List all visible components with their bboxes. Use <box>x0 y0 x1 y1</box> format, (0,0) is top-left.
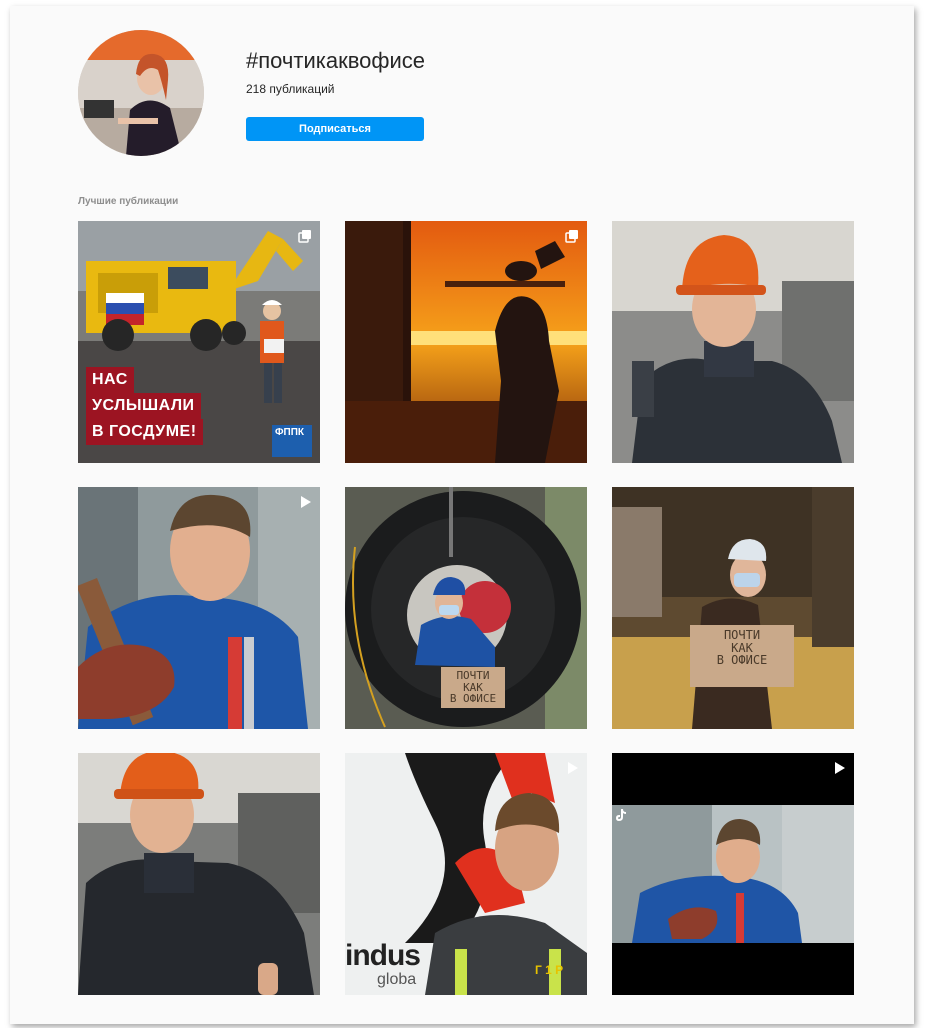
hashtag-header: #почтикаквофисе 218 публикаций Подписать… <box>78 30 858 160</box>
post-2-image <box>345 221 587 463</box>
top-posts-grid: НАС УСЛЫШАЛИ В ГОСДУМЕ! ФППК ПОЧТИ КАК В… <box>78 221 854 995</box>
top-posts-heading: Лучшие публикации <box>78 196 179 207</box>
post-2[interactable] <box>345 221 587 463</box>
follow-button[interactable]: Подписаться <box>246 117 424 141</box>
post-6[interactable]: ПОЧТИ КАК В ОФИСЕ <box>612 487 854 729</box>
post-3-image <box>612 221 854 463</box>
post-7[interactable] <box>78 753 320 995</box>
video-play-icon <box>565 761 579 775</box>
carousel-icon <box>298 229 312 243</box>
post-1[interactable]: НАС УСЛЫШАЛИ В ГОСДУМЕ! ФППК <box>78 221 320 463</box>
post-5[interactable]: ПОЧТИ КАК В ОФИСЕ <box>345 487 587 729</box>
post-3[interactable] <box>612 221 854 463</box>
post-6-image <box>612 487 854 729</box>
hashtag-avatar <box>78 30 204 156</box>
post-4-image <box>78 487 320 729</box>
post-9[interactable] <box>612 753 854 995</box>
post-8[interactable]: indus globa Г 1 Р <box>345 753 587 995</box>
hashtag-title: #почтикаквофисе <box>246 48 425 73</box>
video-play-icon <box>832 761 846 775</box>
carousel-icon <box>565 229 579 243</box>
post-9-image <box>612 753 854 995</box>
post-8-image <box>345 753 587 995</box>
post-7-image <box>78 753 320 995</box>
post-5-image <box>345 487 587 729</box>
post-4[interactable] <box>78 487 320 729</box>
post-1-image <box>78 221 320 463</box>
posts-count: 218 публикаций <box>246 82 335 96</box>
hashtag-page: #почтикаквофисе 218 публикаций Подписать… <box>10 6 914 1024</box>
video-play-icon <box>298 495 312 509</box>
